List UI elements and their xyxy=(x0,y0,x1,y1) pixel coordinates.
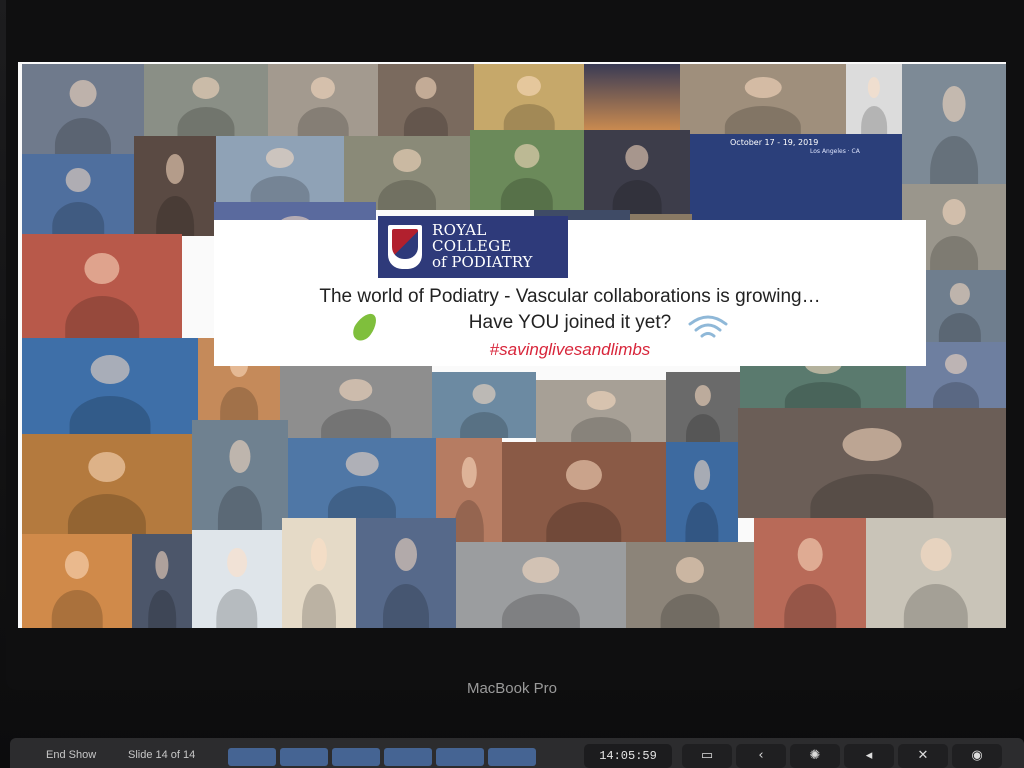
collage-photo xyxy=(22,64,144,154)
collage-photo xyxy=(192,420,288,530)
collage-photo xyxy=(192,530,282,628)
collage-photo xyxy=(22,154,134,234)
headline-line-2: Have YOU joined it yet? xyxy=(468,312,672,333)
slide-thumbnail[interactable] xyxy=(436,748,484,766)
slide-hashtag: #savinglivesandlimbs xyxy=(489,340,651,359)
headline-line-1: The world of Podiatry - Vascular collabo… xyxy=(319,286,821,307)
collage-photo xyxy=(378,64,474,136)
college-crest-icon xyxy=(388,225,422,269)
slide-thumbnail[interactable] xyxy=(280,748,328,766)
slide-counter: Slide 14 of 14 xyxy=(128,749,196,761)
slide-thumbnail[interactable] xyxy=(332,748,380,766)
collage-photo xyxy=(22,234,182,338)
royal-college-logo: ROYAL COLLEGE of PODIATRY xyxy=(378,216,568,278)
mute-icon[interactable]: ✕ xyxy=(898,744,948,768)
collage-photo xyxy=(216,136,344,202)
laptop-brand-label: MacBook Pro xyxy=(466,680,558,697)
collage-photo xyxy=(268,64,378,136)
collage-photo xyxy=(22,534,132,628)
collage-photo xyxy=(680,64,846,134)
collage-photo xyxy=(738,408,1006,518)
end-show-button[interactable]: End Show xyxy=(46,749,96,761)
banner-place: Los Angeles · CA xyxy=(810,148,860,155)
collage-photo xyxy=(288,438,436,518)
laptop: October 17 - 19, 2019 Los Angeles · CA R… xyxy=(0,0,1024,768)
collage-photo xyxy=(132,534,192,628)
collage-photo xyxy=(666,372,740,442)
siri-icon[interactable]: ◉ xyxy=(952,744,1002,768)
collage-photo xyxy=(344,136,470,210)
logo-subtitle: of PODIATRY xyxy=(432,252,533,271)
collage-photo xyxy=(22,338,198,434)
collage-photo xyxy=(22,434,192,534)
collage-photo xyxy=(280,366,432,438)
collage-photo xyxy=(754,518,866,628)
screen-mirror-icon[interactable]: ▭ xyxy=(682,744,732,768)
conference-banner: October 17 - 19, 2019 Los Angeles · CA xyxy=(690,134,902,224)
slide-headline: The world of Podiatry - Vascular collabo… xyxy=(214,284,926,336)
collage-photo xyxy=(474,64,584,130)
slide-thumbnail[interactable] xyxy=(384,748,432,766)
volume-icon[interactable]: ◂ xyxy=(844,744,894,768)
collage-photo xyxy=(866,518,1006,628)
collage-photo xyxy=(846,64,902,134)
collage-photo xyxy=(282,518,356,628)
collage-photo xyxy=(626,542,754,628)
collage-photo xyxy=(902,64,1006,184)
collage-photo xyxy=(914,270,1006,342)
collage-photo xyxy=(470,130,584,210)
slide-thumbnail[interactable] xyxy=(488,748,536,766)
wifi-icon xyxy=(688,315,728,338)
collage-photo xyxy=(144,64,268,136)
touch-bar: End Show Slide 14 of 14 14:05:59 ▭ ‹ ✺ ◂… xyxy=(10,738,1024,768)
slide-thumbnail[interactable] xyxy=(228,748,276,766)
collage-photo xyxy=(134,136,216,236)
collage-photo xyxy=(584,64,680,130)
collage-photo xyxy=(666,442,738,542)
brightness-icon[interactable]: ✺ xyxy=(790,744,840,768)
elapsed-time: 14:05:59 xyxy=(584,744,672,768)
collage-photo xyxy=(432,372,536,438)
chevron-left-icon[interactable]: ‹ xyxy=(736,744,786,768)
collage-photo xyxy=(502,442,666,542)
logo-title: ROYAL COLLEGE xyxy=(432,221,512,256)
collage-photo xyxy=(356,518,456,628)
collage-photo xyxy=(584,130,690,214)
banner-date: October 17 - 19, 2019 xyxy=(730,138,819,147)
collage-photo xyxy=(536,380,666,442)
collage-photo xyxy=(456,542,626,628)
